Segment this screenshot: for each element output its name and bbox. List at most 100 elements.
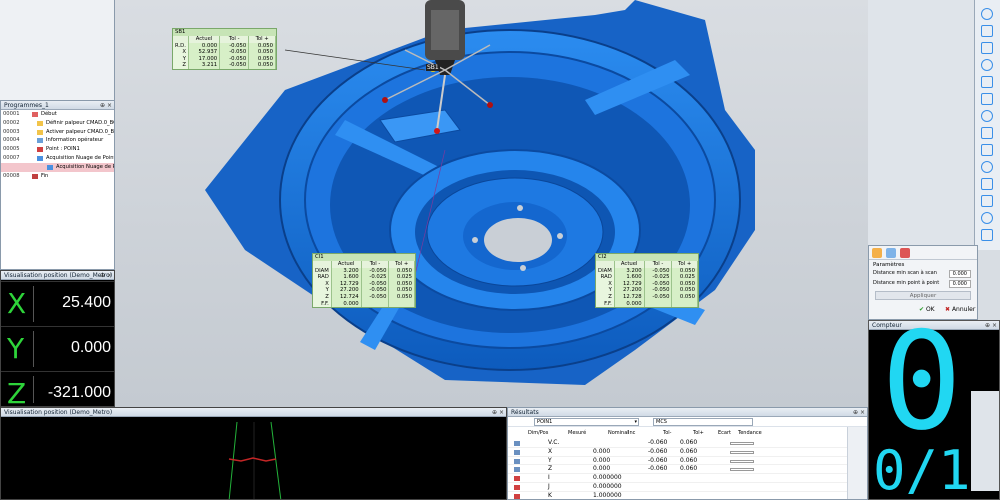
counter-big-digit: 0 [881, 320, 963, 460]
program-item-number: 00003 [3, 128, 20, 135]
table-cell: 0.050 [671, 280, 698, 288]
result-row[interactable]: V.C. -0.060 0.060 [508, 439, 867, 448]
shape-tool-icon[interactable] [981, 42, 993, 54]
panel-close-icon[interactable]: ⊕ × [492, 408, 504, 417]
table-cell: -0.050 [219, 42, 250, 50]
table-cell: 12.724 [331, 293, 362, 301]
result-row[interactable]: Z 0.000 -0.060 0.060 [508, 465, 867, 475]
program-item[interactable]: 00008 Fin [1, 172, 114, 181]
result-row[interactable]: J 0.000000 [508, 483, 867, 492]
shape-tool-icon[interactable] [981, 127, 993, 139]
table-cell: 0.050 [671, 293, 698, 301]
program-step-icon [37, 147, 43, 153]
program-item[interactable]: 00004 Information opérateur [1, 136, 114, 145]
result-row[interactable]: K 1.000000 [508, 492, 867, 499]
program-step-icon [37, 120, 43, 126]
table-cell: Y [313, 287, 332, 294]
table-cell: R.D. [173, 42, 189, 50]
table-cell: -0.025 [644, 274, 673, 281]
program-item[interactable]: 00003 Activer palpeur CMAD.0_BO [1, 128, 114, 137]
program-item[interactable]: Acquisition Nuage de Po [1, 162, 115, 172]
program-step-icon [47, 164, 53, 170]
shape-tool-icon[interactable] [981, 76, 993, 88]
results-panel: Résultats ⊕ × POIN1 ▾ MCS Dim/Pos Mesuré Nom… [507, 407, 868, 500]
check-icon: ✔ [919, 306, 925, 313]
table-header-cell: Tol - [219, 36, 250, 43]
result-cell-name: V.C. [548, 439, 560, 446]
table-cell [388, 300, 415, 308]
apply-button[interactable]: Appliquer [875, 291, 971, 300]
program-step-icon [37, 129, 43, 135]
table-header-cell [313, 261, 332, 268]
table-row: RAD 1.600 -0.025 0.025 [313, 274, 415, 281]
table-cell: 12.728 [614, 293, 645, 301]
panel-pin-icon[interactable]: ⊕ × [100, 101, 112, 110]
table-header-cell [596, 261, 615, 268]
axis-value: 0.000 [70, 339, 111, 356]
panel-close-icon[interactable]: ⊕ × [985, 321, 997, 330]
table-cell: -0.050 [219, 62, 250, 69]
table-cell: 17.000 [188, 55, 221, 63]
shape-tool-icon[interactable] [981, 59, 993, 71]
shape-tool-icon[interactable] [981, 229, 993, 241]
feature-select[interactable]: POIN1 ▾ [534, 418, 639, 426]
shape-tool-icon[interactable] [981, 110, 993, 122]
shape-tool-icon[interactable] [981, 195, 993, 207]
frame-select[interactable]: MCS [653, 418, 753, 426]
table-cell [644, 300, 673, 308]
shape-tool-icon[interactable] [981, 144, 993, 156]
shape-tool-icon[interactable] [981, 161, 993, 173]
panel-close-icon[interactable]: ⊕ × [853, 408, 865, 417]
table-cell [361, 300, 390, 308]
table-header-cell: Tol - [361, 261, 390, 268]
tendance-bar [730, 450, 754, 454]
shape-tool-icon[interactable] [981, 212, 993, 224]
table-header-cell [173, 36, 189, 43]
param-value-field[interactable]: 0.000 [948, 280, 971, 288]
table-row: R.D. 0.000 -0.050 0.050 [173, 42, 276, 50]
shape-tool-icon[interactable] [981, 93, 993, 105]
table-cell: 52.937 [188, 49, 221, 56]
visu-position-title-bar: Visualisation position (Demo_Metro) ⊕ × [1, 271, 114, 280]
table-header-cell: Tol + [388, 261, 415, 268]
result-row[interactable]: I 0.000000 [508, 474, 867, 483]
panel-close-icon[interactable]: ⊕ × [100, 271, 112, 280]
sb1-table-title: SB1 [173, 29, 276, 36]
params-tab-icon[interactable] [886, 248, 896, 258]
params-tab-icon[interactable] [900, 248, 910, 258]
program-item-number: 00005 [3, 146, 20, 153]
table-cell: 3.211 [188, 62, 221, 69]
program-step-icon [32, 173, 38, 179]
program-item-label: Début [41, 111, 57, 117]
result-row[interactable]: X 0.000 -0.060 0.060 [508, 448, 867, 457]
shape-tool-icon[interactable] [981, 8, 993, 20]
table-cell: 27.200 [331, 287, 362, 294]
ok-button[interactable]: ✔ OK [919, 306, 935, 313]
right-toolbar [974, 0, 1000, 250]
program-item-label: Acquisition Nuage de Po [56, 163, 115, 170]
params-tab-icon[interactable] [872, 248, 882, 258]
program-item[interactable]: 00007 Acquisition Nuage de Points [1, 154, 114, 163]
ci2-table-title: CI2 [596, 254, 698, 261]
program-item[interactable]: 00002 Définir palpeur CMAD.0_BO [1, 119, 114, 128]
table-cell: 12.729 [614, 280, 645, 288]
cancel-button[interactable]: ✖ Annuler [945, 306, 975, 313]
program-item[interactable]: 00001 Début [1, 110, 114, 119]
cross-icon: ✖ [945, 306, 951, 313]
ci2-table: CI2 Actuel Tol - Tol + DIAM 3.200 -0.050 0.050… [595, 253, 699, 309]
result-icon [514, 467, 520, 473]
results-title-bar: Résultats ⊕ × [508, 408, 867, 417]
param-value-field[interactable]: 0.000 [948, 270, 971, 278]
shape-tool-icon[interactable] [981, 25, 993, 37]
table-cell: 12.729 [331, 280, 362, 288]
table-cell: -0.050 [219, 49, 250, 56]
table-cell: -0.025 [361, 274, 390, 281]
shape-tool-icon[interactable] [981, 178, 993, 190]
vector-icon [514, 476, 520, 482]
program-item-label: Définir palpeur CMAD.0_BO [46, 119, 115, 126]
program-item[interactable]: 00005 Point : POIN1 [1, 145, 114, 154]
table-cell: -0.050 [219, 55, 250, 63]
table-cell [671, 300, 698, 308]
result-row[interactable]: Y 0.000 -0.060 0.060 [508, 457, 867, 466]
result-cell-name: X [548, 447, 553, 455]
